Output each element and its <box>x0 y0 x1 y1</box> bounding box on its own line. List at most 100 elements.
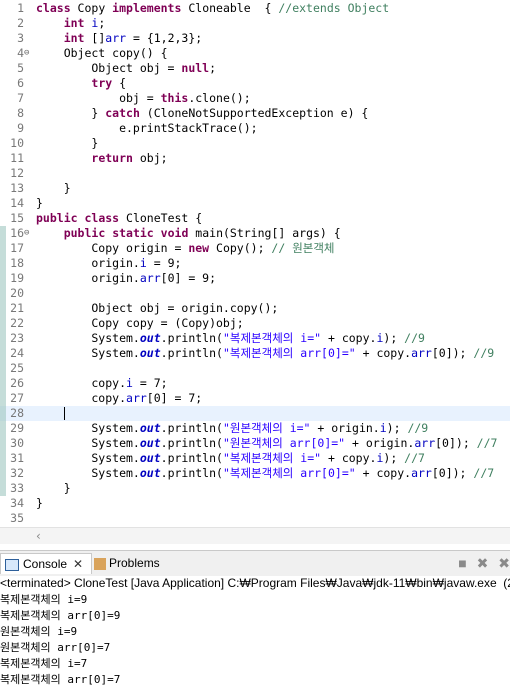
code-editor[interactable]: 1 class Copy implements Cloneable { //ext… <box>0 0 510 527</box>
console-tab-bar: Console ✕ Problems ■ ✖ ✖ <box>0 550 510 576</box>
console-output-line: 복제본객체의 i=9 <box>0 593 88 606</box>
code-line[interactable]: 5 Object obj = null; <box>0 61 510 76</box>
code-line[interactable]: 6 try { <box>0 76 510 91</box>
code-text: Copy origin = new Copy(); // 원본객체 <box>36 241 335 255</box>
line-number: 5 <box>17 61 24 75</box>
line-number: 8 <box>17 106 24 120</box>
code-line[interactable]: 8 } catch (CloneNotSupportedException e)… <box>0 106 510 121</box>
code-line[interactable]: 22 Copy copy = (Copy)obj; <box>0 316 510 331</box>
line-number: 21 <box>10 301 24 315</box>
line-number: 3 <box>17 31 24 45</box>
code-line[interactable]: 19 origin.arr[0] = 9; <box>0 271 510 286</box>
line-number: 23 <box>10 331 24 345</box>
code-text: Object obj = null; <box>36 61 217 75</box>
code-line[interactable]: 16 ⊖ public static void main(String[] arg… <box>0 226 510 241</box>
code-line[interactable]: 3 int []arr = {1,2,3}; <box>0 31 510 46</box>
code-text <box>36 406 65 421</box>
code-text: } catch (CloneNotSupportedException e) { <box>36 106 369 120</box>
code-line[interactable]: 15 public class CloneTest { <box>0 211 510 226</box>
line-number: 31 <box>10 451 24 465</box>
code-text: int i; <box>63 16 106 30</box>
line-number: 15 <box>10 211 24 225</box>
line-number: 32 <box>10 466 24 480</box>
code-line[interactable]: 1 class Copy implements Cloneable { //ext… <box>0 1 510 16</box>
code-text: Object obj = origin.copy(); <box>36 301 279 315</box>
console-output-line: 원본객체의 arr[0]=7 <box>0 641 111 654</box>
horizontal-scrollbar[interactable]: ‹ <box>0 527 510 544</box>
code-line[interactable]: 18 origin.i = 9; <box>0 256 510 271</box>
code-line[interactable]: 12 <box>0 166 510 181</box>
code-line[interactable]: 13 } <box>0 181 510 196</box>
fold-toggle-icon[interactable]: ⊖ <box>24 46 34 61</box>
code-line[interactable]: 21 Object obj = origin.copy(); <box>0 301 510 316</box>
code-text: origin.arr[0] = 9; <box>36 271 217 285</box>
code-text: public class CloneTest { <box>36 211 203 225</box>
scroll-left-icon[interactable]: ‹ <box>36 529 41 543</box>
code-line[interactable]: 26 copy.i = 7; <box>0 376 510 391</box>
line-number: 17 <box>10 241 24 255</box>
code-line[interactable]: 2 int i; <box>0 16 510 31</box>
code-text: Object copy() { <box>36 46 168 60</box>
line-number: 30 <box>10 436 24 450</box>
code-line[interactable]: 27 copy.arr[0] = 7; <box>0 391 510 406</box>
line-number: 26 <box>10 376 24 390</box>
code-line[interactable]: 34} <box>0 496 510 511</box>
line-number: 4 <box>17 46 24 60</box>
code-text: } <box>36 481 71 495</box>
code-text: obj = this.clone(); <box>36 91 251 105</box>
line-number: 22 <box>10 316 24 330</box>
code-line[interactable]: 24 System.out.println("복제본객체의 arr[0]=" +… <box>0 346 510 361</box>
line-number: 27 <box>10 391 24 405</box>
close-icon[interactable]: ✕ <box>73 557 83 571</box>
code-line[interactable]: 11 return obj; <box>0 151 510 166</box>
line-number: 10 <box>10 136 24 150</box>
code-line[interactable]: 14} <box>0 196 510 211</box>
code-text: copy.i = 7; <box>36 376 168 390</box>
code-line[interactable]: 17 Copy origin = new Copy(); // 원본객체 <box>0 241 510 256</box>
code-text: System.out.println("복제본객체의 arr[0]=" + co… <box>36 466 495 480</box>
problems-icon <box>94 557 106 570</box>
console-output[interactable]: 복제본객체의 i=9 복제본객체의 arr[0]=9 원본객체의 i=9 원본객체의 … <box>0 592 510 688</box>
code-text: System.out.println("원본객체의 i=" + origin.i… <box>36 421 429 435</box>
code-line[interactable]: 32 System.out.println("복제본객체의 arr[0]=" +… <box>0 466 510 481</box>
code-text: } <box>36 496 43 510</box>
line-number: 13 <box>10 181 24 195</box>
line-number: 28 <box>10 406 24 420</box>
code-text: class Copy implements Cloneable { //exte… <box>36 1 390 15</box>
code-line[interactable]: 20 <box>0 286 510 301</box>
fold-toggle-icon[interactable]: ⊖ <box>24 226 34 241</box>
line-number: 12 <box>10 166 24 180</box>
line-number: 35 <box>10 511 24 525</box>
console-icon <box>5 558 19 571</box>
line-number: 6 <box>17 76 24 90</box>
line-number: 11 <box>10 151 24 165</box>
code-line[interactable]: 30 System.out.println("원본객체의 arr[0]=" + … <box>0 436 510 451</box>
code-text: System.out.println("복제본객체의 i=" + copy.i)… <box>36 331 425 345</box>
line-number: 2 <box>17 16 24 30</box>
remove-all-terminated-icon[interactable]: ✖ <box>498 555 510 571</box>
code-line[interactable]: 33 } <box>0 481 510 496</box>
line-number: 16 <box>10 226 24 240</box>
console-status: <terminated> CloneTest [Java Application… <box>0 576 510 590</box>
code-line[interactable]: 28 <box>0 406 510 421</box>
code-text: public static void main(String[] args) { <box>63 226 341 240</box>
code-line[interactable]: 35 <box>0 511 510 526</box>
code-line[interactable]: 9 e.printStackTrace(); <box>0 121 510 136</box>
tab-problems[interactable]: Problems <box>94 553 160 573</box>
code-text: System.out.println("복제본객체의 arr[0]=" + co… <box>36 346 495 360</box>
code-line[interactable]: 25 <box>0 361 510 376</box>
tab-console[interactable]: Console ✕ <box>0 553 92 574</box>
code-line[interactable]: 7 obj = this.clone(); <box>0 91 510 106</box>
code-text: System.out.println("원본객체의 arr[0]=" + ori… <box>36 436 498 450</box>
code-line[interactable]: 4 ⊖ Object copy() { <box>0 46 510 61</box>
code-line[interactable]: 31 System.out.println("복제본객체의 i=" + copy… <box>0 451 510 466</box>
console-toolbar: ■ ✖ ✖ <box>452 553 510 573</box>
code-line[interactable]: 10 } <box>0 136 510 151</box>
line-number: 33 <box>10 481 24 495</box>
terminate-icon[interactable]: ■ <box>458 555 466 571</box>
code-line[interactable]: 23 System.out.println("복제본객체의 i=" + copy… <box>0 331 510 346</box>
remove-launch-icon[interactable]: ✖ <box>477 555 489 571</box>
code-text: try { <box>91 76 127 90</box>
code-line[interactable]: 29 System.out.println("원본객체의 i=" + origi… <box>0 421 510 436</box>
line-number: 18 <box>10 256 24 270</box>
